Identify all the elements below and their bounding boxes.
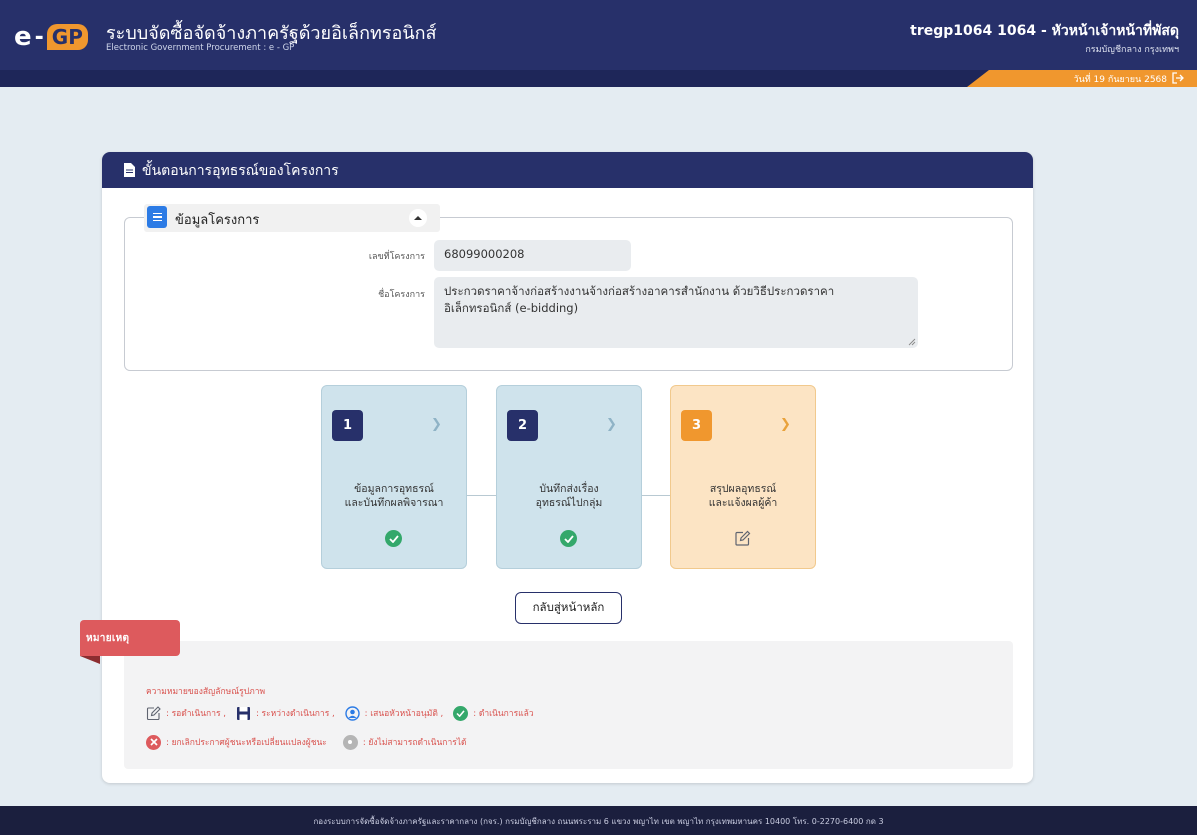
egp-logo[interactable]: e - GP [14, 20, 88, 54]
step-1-number: 1 [332, 410, 363, 441]
project-name-label: ชื่อโครงการ [378, 290, 425, 300]
legend-heading: ความหมายของสัญลักษณ์รูปภาพ [146, 687, 266, 697]
user-circle-icon [344, 705, 360, 721]
project-name-field: ประกวดราคาจ้างก่อสร้างงานจ้างก่อสร้างอาค… [434, 277, 918, 348]
step-2-label-line-2: อุทธรณ์ไปกลุ่ม [535, 497, 603, 509]
step-2-label-line-1: บันทึกส่งเรื่อง [539, 483, 599, 495]
collapse-toggle-icon[interactable] [409, 209, 427, 227]
app-subtitle: Electronic Government Procurement : e - … [106, 43, 295, 53]
current-date: วันที่ 19 กันยายน 2568 [1073, 75, 1167, 85]
step-2-label: บันทึกส่งเรื่อง อุทธรณ์ไปกลุ่ม [497, 482, 641, 510]
project-no-label: เลขที่โครงการ [368, 252, 425, 262]
step-connector-1-2 [467, 495, 496, 496]
project-name-line-1: ประกวดราคาจ้างก่อสร้างงานจ้างก่อสร้างอาค… [444, 284, 835, 298]
legend-pending: : รอดำเนินการ , [166, 709, 226, 719]
legend-done: : ดำเนินการแล้ว [473, 709, 534, 719]
logo-gp: GP [46, 24, 88, 50]
legend-row-1: : รอดำเนินการ , : ระหว่างดำเนินการ , : เ… [146, 704, 534, 722]
project-no-field: 68099000208 [434, 240, 631, 271]
logo-e: e [14, 22, 32, 52]
chevron-right-icon: ❯ [431, 417, 442, 432]
step-2-number: 2 [507, 410, 538, 441]
user-department: กรมบัญชีกลาง กรุงเทพฯ [1085, 45, 1179, 55]
footer-text: กองระบบการจัดซื้อจัดจ้างภาครัฐและราคากลา… [313, 817, 884, 826]
step-3-label-line-1: สรุปผลอุทธรณ์ [709, 483, 777, 495]
chevron-right-icon: ❯ [780, 417, 791, 432]
legend-unavailable: : ยังไม่สามารถดำเนินการได้ [362, 738, 467, 748]
check-circle-icon [560, 530, 577, 547]
ribbon-fold [80, 656, 100, 664]
user-name[interactable]: tregp1064 1064 - หัวหน้าเจ้าหน้าที่พัสดุ [910, 20, 1179, 42]
legend-propose: : เสนอหัวหน้าอนุมัติ , [364, 709, 444, 719]
legend-cancel: : ยกเลิกประกาศผู้ชนะหรือเปลี่ยนแปลงผู้ชน… [166, 738, 327, 748]
step-3-card[interactable]: 3 ❯ สรุปผลอุทธรณ์ และแจ้งผลผู้ค้า [670, 385, 816, 569]
back-to-home-button[interactable]: กลับสู่หน้าหลัก [515, 592, 622, 624]
legend-row-2: : ยกเลิกประกาศผู้ชนะหรือเปลี่ยนแปลงผู้ชน… [146, 733, 467, 751]
notes-ribbon: หมายเหตุ [80, 620, 180, 656]
step-3-label-line-2: และแจ้งผลผู้ค้า [708, 497, 778, 509]
project-name-line-2: อิเล็กทรอนิกส์ (e-bidding) [444, 301, 579, 315]
step-1-card[interactable]: 1 ❯ ข้อมูลการอุทธรณ์ และบันทึกผลพิจารณา [321, 385, 467, 569]
logo-dash: - [34, 24, 44, 50]
step-connector-2-3 [642, 495, 671, 496]
resize-handle-icon[interactable] [908, 338, 916, 346]
cancel-circle-icon [146, 734, 161, 750]
step-1-label-line-2: และบันทึกผลพิจารณา [344, 497, 444, 509]
step-1-label-line-1: ข้อมูลการอุทธรณ์ [354, 483, 434, 495]
step-1-label: ข้อมูลการอุทธรณ์ และบันทึกผลพิจารณา [322, 482, 466, 510]
check-circle-icon [453, 705, 469, 721]
edit-icon [735, 530, 751, 546]
save-icon [236, 706, 250, 720]
card-title: ขั้นตอนการอุทธรณ์ของโครงการ [142, 163, 339, 179]
step-3-number: 3 [681, 410, 712, 441]
disabled-circle-icon [342, 734, 358, 750]
chevron-right-icon: ❯ [606, 417, 617, 432]
legend-in-progress: : ระหว่างดำเนินการ , [255, 709, 335, 719]
check-circle-icon [385, 530, 402, 547]
project-info-title: ข้อมูลโครงการ [175, 213, 260, 228]
edit-icon [146, 705, 161, 720]
list-icon [147, 206, 167, 228]
document-icon [124, 163, 135, 177]
logout-icon[interactable] [1171, 71, 1185, 85]
step-2-card[interactable]: 2 ❯ บันทึกส่งเรื่อง อุทธรณ์ไปกลุ่ม [496, 385, 642, 569]
step-3-label: สรุปผลอุทธรณ์ และแจ้งผลผู้ค้า [671, 482, 815, 510]
project-no-value: 68099000208 [444, 247, 525, 261]
